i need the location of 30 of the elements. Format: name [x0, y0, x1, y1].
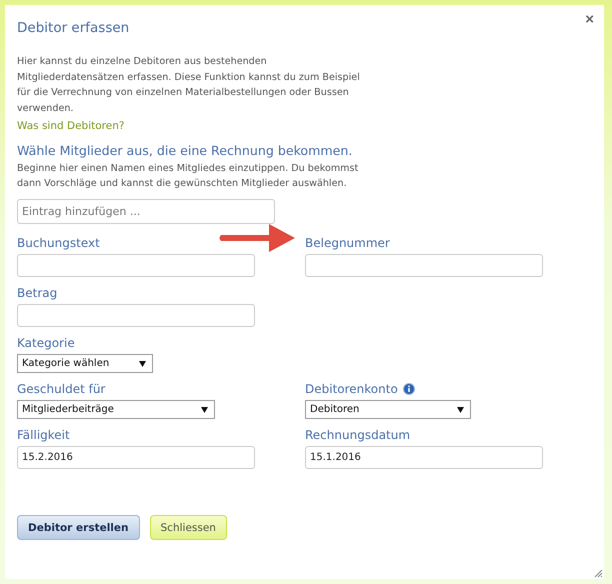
- hint-text: Beginne hier einen Namen eines Mitgliedes einzutippen. Du bekommst dann Vorschläge und kannst die gewünschten Mitglieder auswählen.: [17, 162, 360, 191]
- field-label: Debitorenkonto: [305, 382, 398, 396]
- text-field[interactable]: [17, 304, 255, 327]
- field-label: Buchungstext: [17, 236, 100, 250]
- dropdown[interactable]: Kategorie wählen: [17, 354, 153, 373]
- field-label: Belegnummer: [305, 236, 390, 250]
- field-label: Fälligkeit: [17, 428, 70, 442]
- field-label: Betrag: [17, 286, 58, 300]
- field-label: Kategorie: [17, 336, 75, 350]
- text-field[interactable]: [17, 254, 255, 277]
- arrow-icon: [217, 222, 297, 254]
- resize-grip-icon[interactable]: [594, 569, 603, 578]
- section-heading: Wähle Mitglieder aus, die eine Rechnung bekommen.: [17, 143, 354, 158]
- caret-icon: [139, 360, 146, 367]
- text-field[interactable]: [305, 254, 543, 277]
- create-button[interactable]: Debitor erstellen: [17, 515, 140, 540]
- field-label: Geschuldet für: [17, 382, 106, 396]
- intro-text: Hier kannst du einzelne Debitoren aus bestehenden Mitgliederdatensätzen erfassen. Diese Funktion kannst du zum Beispiel für die Verrechnung von einzelnen Materialbestellungen oder Bussen verwenden.: [17, 55, 361, 116]
- field-label: Rechnungsdatum: [305, 428, 410, 442]
- close-button[interactable]: ×: [581, 11, 598, 28]
- text-field[interactable]: 15.2.2016: [17, 446, 255, 469]
- caret-icon: [457, 406, 464, 413]
- info-icon[interactable]: [402, 383, 415, 395]
- dropdown[interactable]: Mitgliederbeiträge: [17, 400, 215, 419]
- dropdown[interactable]: Debitoren: [305, 400, 471, 419]
- member-search-field[interactable]: Eintrag hinzufügen ...: [17, 199, 275, 224]
- text-field[interactable]: 15.1.2016: [305, 446, 543, 469]
- close-dialog-button[interactable]: Schliessen: [150, 515, 227, 540]
- caret-icon: [201, 406, 208, 413]
- dialog-title: Debitor erfassen: [17, 20, 130, 38]
